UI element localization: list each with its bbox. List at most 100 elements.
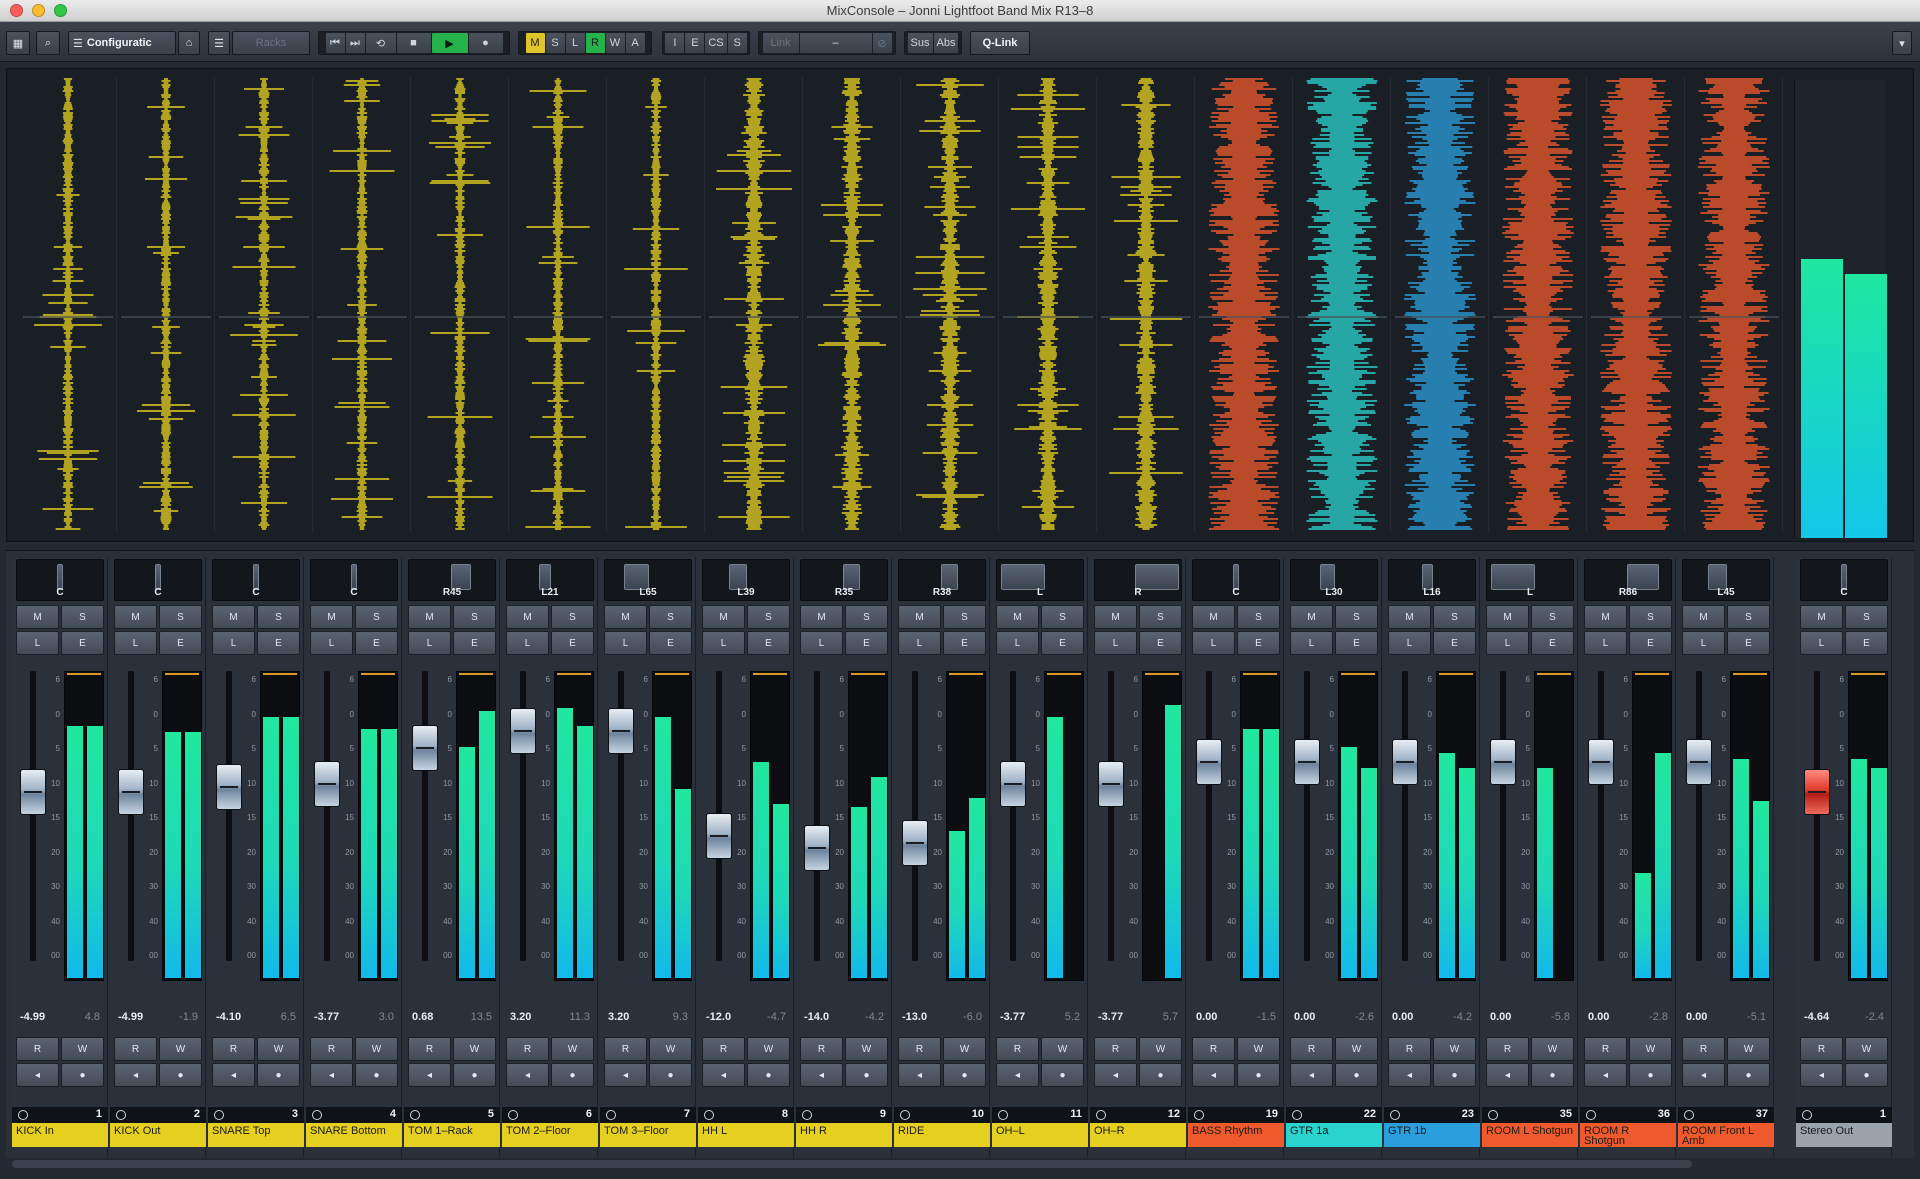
edit-button[interactable]: E <box>1237 631 1280 655</box>
fader-track[interactable] <box>814 671 820 961</box>
go-to-end-icon[interactable]: ⏭ <box>345 33 365 53</box>
read-button[interactable]: R <box>996 1037 1039 1061</box>
read-button[interactable]: R <box>1800 1037 1843 1061</box>
peak-value[interactable]: -4.2 <box>1453 1011 1472 1029</box>
link-dropdown[interactable]: – <box>799 33 872 53</box>
listen-button[interactable]: L <box>212 631 255 655</box>
mute-button[interactable]: M <box>506 605 549 629</box>
mute-button[interactable]: M <box>310 605 353 629</box>
listen-button[interactable]: L <box>1192 631 1235 655</box>
volume-value[interactable]: -4.64 <box>1804 1011 1829 1029</box>
channel-select-icon[interactable] <box>802 1110 812 1120</box>
solo-button[interactable]: S <box>1041 605 1084 629</box>
volume-fader[interactable] <box>412 724 438 771</box>
write-button[interactable]: W <box>1237 1037 1280 1061</box>
listen-button[interactable]: L <box>996 631 1039 655</box>
peak-value[interactable]: -6.0 <box>963 1011 982 1029</box>
pan-control[interactable]: C <box>1192 559 1280 601</box>
bypass-sends-button[interactable]: S <box>727 33 747 53</box>
record-enable-icon[interactable]: ● <box>1237 1063 1280 1087</box>
pan-control[interactable]: R86 <box>1584 559 1672 601</box>
monitor-icon[interactable]: ◂ <box>1388 1063 1431 1087</box>
channel-name[interactable]: HH L <box>698 1123 794 1147</box>
channel-select-icon[interactable] <box>1096 1110 1106 1120</box>
absolute-button[interactable]: Abs <box>933 33 959 53</box>
solo-button[interactable]: S <box>1237 605 1280 629</box>
listen-button[interactable]: L <box>604 631 647 655</box>
configurations-button[interactable]: ☰ Configuratic <box>68 31 176 55</box>
mute-button[interactable]: M <box>996 605 1039 629</box>
edit-button[interactable]: E <box>453 631 496 655</box>
unlink-icon[interactable]: ⊘ <box>872 33 892 53</box>
write-button[interactable]: W <box>1335 1037 1378 1061</box>
peak-value[interactable]: -4.2 <box>865 1011 884 1029</box>
monitor-icon[interactable]: ◂ <box>702 1063 745 1087</box>
write-button[interactable]: W <box>1139 1037 1182 1061</box>
volume-fader[interactable] <box>510 707 536 754</box>
read-button[interactable]: R <box>800 1037 843 1061</box>
monitor-icon[interactable]: ◂ <box>898 1063 941 1087</box>
edit-button[interactable]: E <box>649 631 692 655</box>
monitor-icon[interactable]: ◂ <box>16 1063 59 1087</box>
pan-control[interactable]: L16 <box>1388 559 1476 601</box>
pan-control[interactable]: L <box>996 559 1084 601</box>
mute-button[interactable]: M <box>800 605 843 629</box>
record-enable-icon[interactable]: ● <box>551 1063 594 1087</box>
write-button[interactable]: W <box>1531 1037 1574 1061</box>
read-button[interactable]: R <box>1682 1037 1725 1061</box>
read-button[interactable]: R <box>1192 1037 1235 1061</box>
edit-button[interactable]: E <box>355 631 398 655</box>
channel-name[interactable]: TOM 2–Floor <box>502 1123 598 1147</box>
monitor-icon[interactable]: ◂ <box>310 1063 353 1087</box>
volume-value[interactable]: 0.00 <box>1686 1011 1707 1029</box>
volume-value[interactable]: 0.00 <box>1588 1011 1609 1029</box>
listen-button[interactable]: L <box>506 631 549 655</box>
listen-all-button[interactable]: L <box>565 33 585 53</box>
solo-button[interactable]: S <box>1727 605 1770 629</box>
mute-all-button[interactable]: M <box>525 33 545 53</box>
channel-name[interactable]: BASS Rhythm <box>1188 1123 1284 1147</box>
channel-select-icon[interactable] <box>704 1110 714 1120</box>
channel-select-icon[interactable] <box>1292 1110 1302 1120</box>
pan-control[interactable]: R <box>1094 559 1182 601</box>
mute-button[interactable]: M <box>1094 605 1137 629</box>
write-button[interactable]: W <box>943 1037 986 1061</box>
solo-button[interactable]: S <box>159 605 202 629</box>
channel-select-icon[interactable] <box>1684 1110 1694 1120</box>
channel-select-icon[interactable] <box>312 1110 322 1120</box>
volume-fader[interactable] <box>1098 761 1124 808</box>
fader-track[interactable] <box>226 671 232 961</box>
read-button[interactable]: R <box>1290 1037 1333 1061</box>
volume-fader[interactable] <box>216 763 242 810</box>
peak-value[interactable]: -2.4 <box>1865 1011 1884 1029</box>
record-enable-icon[interactable]: ● <box>1531 1063 1574 1087</box>
mute-button[interactable]: M <box>114 605 157 629</box>
record-enable-icon[interactable]: ● <box>649 1063 692 1087</box>
volume-fader[interactable] <box>1000 761 1026 808</box>
edit-button[interactable]: E <box>159 631 202 655</box>
volume-value[interactable]: -3.77 <box>1000 1011 1025 1029</box>
channel-name[interactable]: KICK Out <box>110 1123 206 1147</box>
channel-name[interactable]: TOM 1–Rack <box>404 1123 500 1147</box>
volume-value[interactable]: 0.00 <box>1294 1011 1315 1029</box>
channel-select-icon[interactable] <box>116 1110 126 1120</box>
volume-fader[interactable] <box>314 761 340 808</box>
listen-button[interactable]: L <box>310 631 353 655</box>
read-button[interactable]: R <box>408 1037 451 1061</box>
solo-button[interactable]: S <box>1531 605 1574 629</box>
mute-button[interactable]: M <box>1388 605 1431 629</box>
channel-name[interactable]: SNARE Bottom <box>306 1123 402 1147</box>
mute-button[interactable]: M <box>1290 605 1333 629</box>
channel-select-icon[interactable] <box>998 1110 1008 1120</box>
volume-value[interactable]: -13.0 <box>902 1011 927 1029</box>
solo-button[interactable]: S <box>747 605 790 629</box>
monitor-icon[interactable]: ◂ <box>1682 1063 1725 1087</box>
read-all-button[interactable]: R <box>585 33 605 53</box>
peak-value[interactable]: 9.3 <box>673 1011 688 1029</box>
monitor-icon[interactable]: ◂ <box>506 1063 549 1087</box>
read-button[interactable]: R <box>310 1037 353 1061</box>
monitor-icon[interactable]: ◂ <box>800 1063 843 1087</box>
read-button[interactable]: R <box>212 1037 255 1061</box>
record-enable-icon[interactable]: ● <box>1433 1063 1476 1087</box>
channel-select-icon[interactable] <box>1390 1110 1400 1120</box>
